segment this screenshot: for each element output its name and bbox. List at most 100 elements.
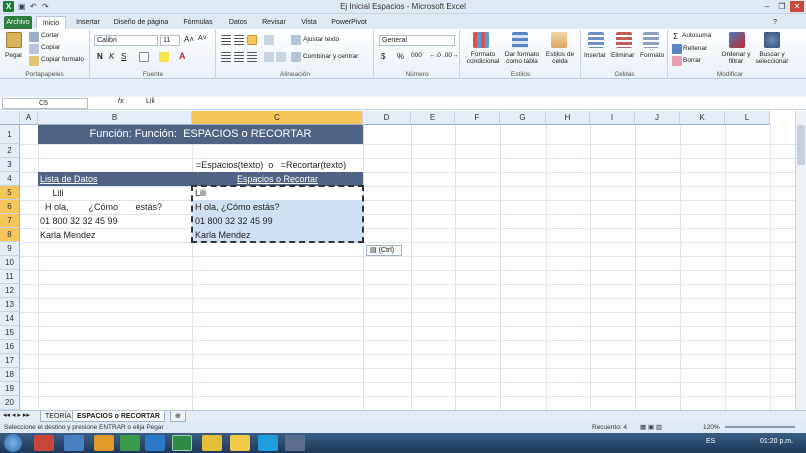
paste-button[interactable]: Pegar <box>5 52 22 59</box>
col-header-a[interactable]: A <box>20 111 38 125</box>
view-normal-icon[interactable]: ▦ ▣ ▥ <box>640 422 662 433</box>
taskbar-app-icon[interactable] <box>285 435 305 451</box>
taskbar-app-icon[interactable] <box>145 435 165 451</box>
tab-vista[interactable]: Vista <box>298 16 320 29</box>
decrease-decimal-icon[interactable]: .00→ <box>443 52 459 59</box>
row-header[interactable]: 15 <box>0 326 20 340</box>
taskbar-app-icon[interactable] <box>34 435 54 451</box>
underline-button[interactable]: S <box>121 52 126 61</box>
thousands-button[interactable]: 000 <box>411 52 422 59</box>
row-header[interactable]: 10 <box>0 256 20 270</box>
tab-revisar[interactable]: Revisar <box>260 16 288 29</box>
grow-font-icon[interactable]: A˄ <box>184 35 194 44</box>
col-header-l[interactable]: L <box>725 111 770 125</box>
clear-button[interactable]: Borrar <box>683 57 701 64</box>
restore-icon[interactable]: ❐ <box>775 1 789 12</box>
row-header[interactable]: 19 <box>0 382 20 396</box>
fx-icon[interactable]: fx <box>118 98 123 105</box>
conditional-format-button[interactable]: Formato condicional <box>463 51 503 65</box>
skype-icon[interactable] <box>258 435 278 451</box>
col-header-d[interactable]: D <box>363 111 411 125</box>
row-header[interactable]: 3 <box>0 158 20 172</box>
row-header[interactable]: 4 <box>0 172 20 186</box>
delete-cells-button[interactable]: Eliminar <box>611 52 634 59</box>
tab-archivo[interactable]: Archivo <box>4 16 32 29</box>
row-header[interactable]: 16 <box>0 340 20 354</box>
col-header-j[interactable]: J <box>635 111 680 125</box>
col-header-h[interactable]: H <box>546 111 590 125</box>
fill-color-icon[interactable] <box>159 52 169 62</box>
folder-icon[interactable] <box>202 435 222 451</box>
col-header-i[interactable]: I <box>590 111 635 125</box>
row-header[interactable]: 12 <box>0 284 20 298</box>
font-size-select[interactable]: 11 <box>160 35 180 46</box>
name-box[interactable]: C5 <box>2 98 88 109</box>
row-header[interactable]: 14 <box>0 312 20 326</box>
scroll-thumb[interactable] <box>797 125 805 165</box>
merge-center-button[interactable]: Combinar y centrar <box>303 53 358 60</box>
taskbar-app-icon[interactable] <box>230 435 250 451</box>
align-left-icon[interactable] <box>221 52 231 62</box>
col-header-c[interactable]: C <box>192 111 363 125</box>
align-middle-icon[interactable] <box>234 35 244 45</box>
align-bottom-icon[interactable] <box>247 35 257 45</box>
spreadsheet-grid[interactable]: A B C D E F G H I J K L 1 2 3 4 5 6 7 8 … <box>0 111 795 410</box>
font-color-icon[interactable]: A <box>179 51 186 61</box>
align-right-icon[interactable] <box>247 52 257 62</box>
number-format-select[interactable]: General <box>379 35 455 46</box>
row-header[interactable]: 13 <box>0 298 20 312</box>
clock[interactable]: 01:20 p.m. <box>760 438 793 445</box>
format-table-button[interactable]: Dar formato como tabla <box>503 51 541 65</box>
col-header-k[interactable]: K <box>680 111 725 125</box>
col-header-f[interactable]: F <box>455 111 500 125</box>
sheet-title-cell[interactable]: Función: Función: ESPACIOS o RECORTAR <box>38 125 363 144</box>
row-header[interactable]: 11 <box>0 270 20 284</box>
row-header[interactable]: 9 <box>0 242 20 256</box>
col-header-g[interactable]: G <box>500 111 546 125</box>
increase-decimal-icon[interactable]: ←.0 <box>429 52 441 59</box>
format-painter-button[interactable]: Copiar formato <box>41 56 84 63</box>
row-header[interactable]: 18 <box>0 368 20 382</box>
taskbar-app-icon[interactable] <box>94 435 114 451</box>
row-header[interactable]: 8 <box>0 228 20 242</box>
tab-inicio[interactable]: Inicio <box>36 16 66 29</box>
font-name-select[interactable]: Calibri <box>94 35 158 46</box>
formula-input[interactable]: Lili <box>146 98 155 105</box>
tab-insertar[interactable]: Insertar <box>72 16 104 29</box>
align-top-icon[interactable] <box>221 35 231 45</box>
shrink-font-icon[interactable]: A˅ <box>198 35 207 42</box>
zoom-slider[interactable] <box>725 426 795 428</box>
zoom-level[interactable]: 120% <box>703 422 720 433</box>
select-all-corner[interactable] <box>0 111 20 125</box>
sheet-nav-icon[interactable]: ◂◂ ◂ ▸ ▸▸ <box>3 411 30 419</box>
borders-icon[interactable] <box>139 52 149 62</box>
row-header[interactable]: 17 <box>0 354 20 368</box>
row-header[interactable]: 20 <box>0 396 20 410</box>
increase-indent-icon[interactable] <box>276 52 286 62</box>
italic-button[interactable]: K <box>109 52 114 61</box>
excel-taskbar-icon[interactable] <box>172 435 192 451</box>
col-header-e[interactable]: E <box>411 111 455 125</box>
row-header[interactable]: 1 <box>0 125 20 144</box>
row-header[interactable]: 7 <box>0 214 20 228</box>
header-lista-datos[interactable]: Lista de Datos <box>38 172 192 186</box>
fill-button[interactable]: Rellenar <box>683 45 707 52</box>
cell-b7[interactable]: 01 800 32 32 45 99 <box>40 214 118 228</box>
decrease-indent-icon[interactable] <box>264 52 274 62</box>
tab-datos[interactable]: Datos <box>226 16 250 29</box>
currency-button[interactable]: $ <box>381 52 385 61</box>
col-header-b[interactable]: B <box>38 111 192 125</box>
formula-note-cell[interactable]: =Espacios(texto) o =Recortar(texto) <box>196 158 366 172</box>
help-icon[interactable]: ? <box>770 16 780 29</box>
wrap-text-button[interactable]: Ajustar texto <box>303 36 339 43</box>
tab-formulas[interactable]: Fórmulas <box>182 16 214 29</box>
taskbar-app-icon[interactable] <box>64 435 84 451</box>
close-icon[interactable]: ✕ <box>790 1 804 12</box>
header-espacios-recortar[interactable]: Espacios o Recortar <box>192 172 363 186</box>
orientation-icon[interactable] <box>264 35 274 45</box>
new-sheet-icon[interactable]: ⊕ <box>170 411 186 422</box>
sheet-tab-espacios[interactable]: ESPACIOS o RECORTAR <box>72 411 165 422</box>
cell-b6[interactable]: H ola, ¿Cómo estás? <box>40 200 162 214</box>
language-indicator[interactable]: ES <box>706 438 715 445</box>
autosum-button[interactable]: Autosuma <box>682 32 711 39</box>
